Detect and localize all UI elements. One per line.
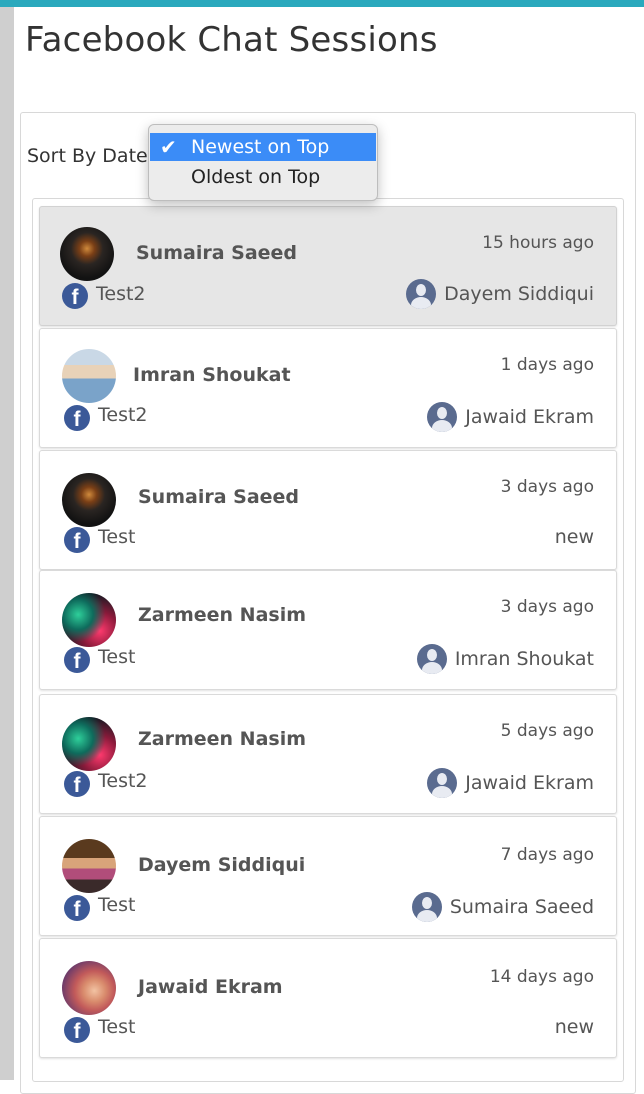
facebook-icon: f xyxy=(64,771,90,797)
customer-name: Sumaira Saeed xyxy=(138,486,300,508)
customer-avatar xyxy=(62,473,116,527)
facebook-icon: f xyxy=(64,405,90,431)
facebook-icon: f xyxy=(64,647,90,673)
session-card[interactable]: Sumaira Saeed 3 days ago f Test new xyxy=(39,450,617,570)
assigned-agent: Imran Shoukat xyxy=(416,644,594,674)
session-card[interactable]: Jawaid Ekram 14 days ago f Test new xyxy=(39,938,617,1058)
facebook-icon: f xyxy=(62,283,88,309)
session-card[interactable]: Zarmeen Nasim 3 days ago f Test Imran Sh… xyxy=(39,570,617,690)
page-name: Test2 xyxy=(98,404,148,426)
customer-name: Sumaira Saeed xyxy=(136,242,298,264)
session-card[interactable]: Dayem Siddiqui 7 days ago f Test Sumaira… xyxy=(39,816,617,936)
page-name: Test2 xyxy=(98,770,148,792)
user-avatar-icon xyxy=(427,402,458,432)
agent-name: Jawaid Ekram xyxy=(465,772,594,794)
page-name: Test xyxy=(98,894,136,916)
agent-name: Imran Shoukat xyxy=(454,648,594,670)
customer-name: Imran Shoukat xyxy=(133,364,291,386)
session-time: 3 days ago xyxy=(500,597,594,617)
user-avatar-icon xyxy=(411,892,442,922)
sort-option-label: Oldest on Top xyxy=(191,166,321,188)
sort-option-newest[interactable]: ✔ Newest on Top xyxy=(150,133,376,161)
page-name: Test2 xyxy=(96,283,146,305)
page-name: Test xyxy=(98,1016,136,1038)
agent-name: Jawaid Ekram xyxy=(465,406,594,428)
sort-dropdown-menu: ✔ Newest on Top Oldest on Top xyxy=(148,124,378,201)
session-time: 3 days ago xyxy=(500,477,594,497)
customer-avatar xyxy=(62,717,116,771)
page-name: Test xyxy=(98,646,136,668)
session-time: 15 hours ago xyxy=(482,233,594,253)
assigned-agent: Dayem Siddiqui xyxy=(406,279,594,309)
session-time: 5 days ago xyxy=(500,721,594,741)
page-title: Facebook Chat Sessions xyxy=(25,20,438,60)
user-avatar-icon xyxy=(406,279,437,309)
customer-avatar xyxy=(60,227,114,281)
session-time: 14 days ago xyxy=(489,967,594,987)
user-avatar-icon xyxy=(416,644,447,674)
customer-avatar xyxy=(62,349,116,403)
facebook-icon: f xyxy=(64,527,90,553)
sort-label[interactable]: Sort By Date xyxy=(27,145,148,167)
session-time: 7 days ago xyxy=(500,845,594,865)
customer-name: Zarmeen Nasim xyxy=(138,728,307,750)
session-time: 1 days ago xyxy=(500,355,594,375)
sort-option-label: Newest on Top xyxy=(191,136,330,158)
customer-avatar xyxy=(62,839,116,893)
customer-name: Dayem Siddiqui xyxy=(138,854,306,876)
session-card[interactable]: Zarmeen Nasim 5 days ago f Test2 Jawaid … xyxy=(39,694,617,814)
sort-option-oldest[interactable]: Oldest on Top xyxy=(150,163,376,191)
assigned-agent: Jawaid Ekram xyxy=(427,768,594,798)
session-card[interactable]: Sumaira Saeed 15 hours ago f Test2 Dayem… xyxy=(39,206,617,326)
session-card[interactable]: Imran Shoukat 1 days ago f Test2 Jawaid … xyxy=(39,328,617,448)
facebook-icon: f xyxy=(64,895,90,921)
top-accent-bar xyxy=(0,0,644,7)
left-sidebar-rail xyxy=(0,7,14,1080)
session-status: new xyxy=(554,1016,594,1038)
agent-name: Dayem Siddiqui xyxy=(444,283,594,305)
facebook-icon: f xyxy=(64,1017,90,1043)
session-status: new xyxy=(554,526,594,548)
agent-name: Sumaira Saeed xyxy=(449,896,594,918)
customer-name: Zarmeen Nasim xyxy=(138,604,307,626)
assigned-agent: Sumaira Saeed xyxy=(411,892,594,922)
customer-name: Jawaid Ekram xyxy=(138,976,283,998)
page-name: Test xyxy=(98,526,136,548)
assigned-agent: Jawaid Ekram xyxy=(427,402,594,432)
user-avatar-icon xyxy=(427,768,458,798)
customer-avatar xyxy=(62,961,116,1015)
checkmark-icon: ✔ xyxy=(160,135,177,159)
customer-avatar xyxy=(62,593,116,647)
